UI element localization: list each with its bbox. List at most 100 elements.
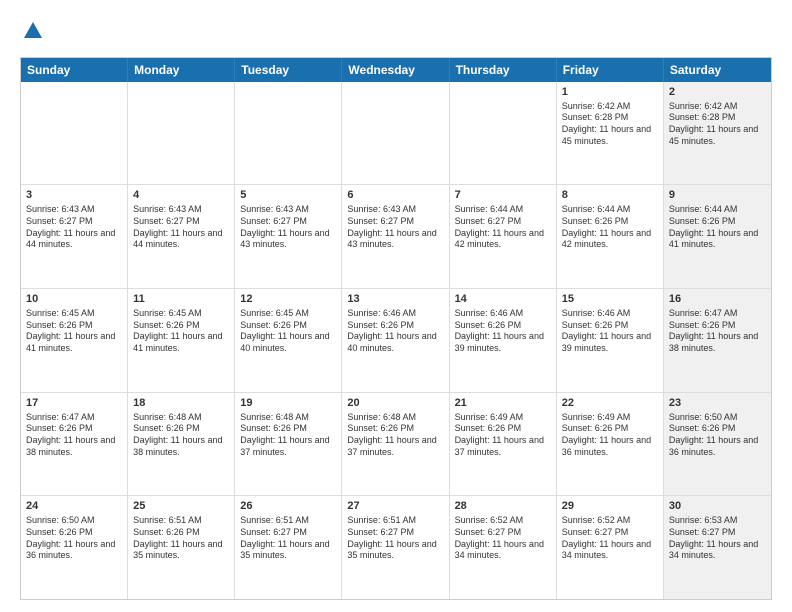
day-number: 11: [133, 292, 229, 307]
day-cell-28: 28Sunrise: 6:52 AMSunset: 6:27 PMDayligh…: [450, 496, 557, 599]
day-cell-13: 13Sunrise: 6:46 AMSunset: 6:26 PMDayligh…: [342, 289, 449, 392]
cell-info: Sunset: 6:27 PM: [455, 216, 551, 228]
cell-info: Daylight: 11 hours and 35 minutes.: [240, 539, 336, 562]
header-day-sunday: Sunday: [21, 58, 128, 82]
day-cell-17: 17Sunrise: 6:47 AMSunset: 6:26 PMDayligh…: [21, 393, 128, 496]
day-cell-2: 2Sunrise: 6:42 AMSunset: 6:28 PMDaylight…: [664, 82, 771, 185]
day-number: 15: [562, 292, 658, 307]
day-cell-8: 8Sunrise: 6:44 AMSunset: 6:26 PMDaylight…: [557, 185, 664, 288]
cell-info: Daylight: 11 hours and 36 minutes.: [562, 435, 658, 458]
cell-info: Sunset: 6:27 PM: [240, 216, 336, 228]
cell-info: Daylight: 11 hours and 43 minutes.: [240, 228, 336, 251]
day-cell-14: 14Sunrise: 6:46 AMSunset: 6:26 PMDayligh…: [450, 289, 557, 392]
cell-info: Daylight: 11 hours and 44 minutes.: [133, 228, 229, 251]
cell-info: Sunrise: 6:44 AM: [669, 204, 766, 216]
header-day-wednesday: Wednesday: [342, 58, 449, 82]
cell-info: Daylight: 11 hours and 34 minutes.: [562, 539, 658, 562]
cell-info: Sunrise: 6:49 AM: [455, 412, 551, 424]
cell-info: Sunrise: 6:53 AM: [669, 515, 766, 527]
day-number: 14: [455, 292, 551, 307]
cell-info: Sunrise: 6:42 AM: [669, 101, 766, 113]
cell-info: Sunrise: 6:45 AM: [26, 308, 122, 320]
day-number: 4: [133, 188, 229, 203]
cell-info: Daylight: 11 hours and 45 minutes.: [562, 124, 658, 147]
cell-info: Sunrise: 6:51 AM: [240, 515, 336, 527]
cell-info: Daylight: 11 hours and 43 minutes.: [347, 228, 443, 251]
cell-info: Daylight: 11 hours and 39 minutes.: [455, 331, 551, 354]
cell-info: Sunset: 6:26 PM: [455, 320, 551, 332]
day-number: 1: [562, 85, 658, 100]
day-cell-30: 30Sunrise: 6:53 AMSunset: 6:27 PMDayligh…: [664, 496, 771, 599]
cell-info: Sunrise: 6:44 AM: [562, 204, 658, 216]
cell-info: Sunrise: 6:47 AM: [669, 308, 766, 320]
cell-info: Sunrise: 6:48 AM: [133, 412, 229, 424]
cell-info: Sunset: 6:26 PM: [26, 423, 122, 435]
cell-info: Sunrise: 6:48 AM: [347, 412, 443, 424]
cell-info: Daylight: 11 hours and 42 minutes.: [455, 228, 551, 251]
header-day-thursday: Thursday: [450, 58, 557, 82]
cell-info: Daylight: 11 hours and 42 minutes.: [562, 228, 658, 251]
day-cell-7: 7Sunrise: 6:44 AMSunset: 6:27 PMDaylight…: [450, 185, 557, 288]
cell-info: Sunset: 6:27 PM: [347, 527, 443, 539]
cell-info: Sunset: 6:26 PM: [240, 320, 336, 332]
cell-info: Sunset: 6:26 PM: [26, 527, 122, 539]
day-number: 16: [669, 292, 766, 307]
cell-info: Sunset: 6:26 PM: [240, 423, 336, 435]
day-cell-12: 12Sunrise: 6:45 AMSunset: 6:26 PMDayligh…: [235, 289, 342, 392]
cell-info: Sunrise: 6:43 AM: [133, 204, 229, 216]
cell-info: Sunrise: 6:46 AM: [347, 308, 443, 320]
cell-info: Sunrise: 6:48 AM: [240, 412, 336, 424]
day-cell-26: 26Sunrise: 6:51 AMSunset: 6:27 PMDayligh…: [235, 496, 342, 599]
cell-info: Sunrise: 6:51 AM: [133, 515, 229, 527]
week-row-1: 1Sunrise: 6:42 AMSunset: 6:28 PMDaylight…: [21, 82, 771, 186]
empty-cell-0-0: [21, 82, 128, 185]
day-number: 2: [669, 85, 766, 100]
cell-info: Sunset: 6:26 PM: [455, 423, 551, 435]
day-cell-1: 1Sunrise: 6:42 AMSunset: 6:28 PMDaylight…: [557, 82, 664, 185]
cell-info: Daylight: 11 hours and 34 minutes.: [455, 539, 551, 562]
cell-info: Sunrise: 6:43 AM: [347, 204, 443, 216]
header: [20, 16, 772, 47]
empty-cell-0-4: [450, 82, 557, 185]
cell-info: Daylight: 11 hours and 38 minutes.: [669, 331, 766, 354]
cell-info: Sunset: 6:27 PM: [26, 216, 122, 228]
day-cell-15: 15Sunrise: 6:46 AMSunset: 6:26 PMDayligh…: [557, 289, 664, 392]
cell-info: Daylight: 11 hours and 40 minutes.: [347, 331, 443, 354]
cell-info: Sunset: 6:26 PM: [133, 320, 229, 332]
cell-info: Sunrise: 6:51 AM: [347, 515, 443, 527]
cell-info: Sunrise: 6:42 AM: [562, 101, 658, 113]
week-row-5: 24Sunrise: 6:50 AMSunset: 6:26 PMDayligh…: [21, 496, 771, 599]
cell-info: Daylight: 11 hours and 38 minutes.: [133, 435, 229, 458]
cell-info: Daylight: 11 hours and 39 minutes.: [562, 331, 658, 354]
cell-info: Sunrise: 6:44 AM: [455, 204, 551, 216]
cell-info: Daylight: 11 hours and 35 minutes.: [347, 539, 443, 562]
day-number: 27: [347, 499, 443, 514]
logo-text: [20, 20, 44, 47]
cell-info: Sunset: 6:26 PM: [562, 216, 658, 228]
cell-info: Sunset: 6:27 PM: [455, 527, 551, 539]
cell-info: Sunrise: 6:46 AM: [562, 308, 658, 320]
cell-info: Sunset: 6:26 PM: [562, 423, 658, 435]
cell-info: Sunset: 6:26 PM: [347, 320, 443, 332]
day-number: 7: [455, 188, 551, 203]
day-number: 25: [133, 499, 229, 514]
day-cell-29: 29Sunrise: 6:52 AMSunset: 6:27 PMDayligh…: [557, 496, 664, 599]
cell-info: Daylight: 11 hours and 41 minutes.: [26, 331, 122, 354]
cell-info: Sunset: 6:26 PM: [133, 527, 229, 539]
cell-info: Sunset: 6:26 PM: [669, 320, 766, 332]
day-number: 22: [562, 396, 658, 411]
day-number: 6: [347, 188, 443, 203]
cell-info: Sunset: 6:26 PM: [26, 320, 122, 332]
day-cell-25: 25Sunrise: 6:51 AMSunset: 6:26 PMDayligh…: [128, 496, 235, 599]
cell-info: Daylight: 11 hours and 35 minutes.: [133, 539, 229, 562]
cell-info: Sunset: 6:26 PM: [669, 423, 766, 435]
cell-info: Sunrise: 6:45 AM: [133, 308, 229, 320]
cell-info: Sunset: 6:27 PM: [562, 527, 658, 539]
day-cell-11: 11Sunrise: 6:45 AMSunset: 6:26 PMDayligh…: [128, 289, 235, 392]
empty-cell-0-1: [128, 82, 235, 185]
cell-info: Sunrise: 6:50 AM: [669, 412, 766, 424]
cell-info: Sunset: 6:27 PM: [240, 527, 336, 539]
day-cell-5: 5Sunrise: 6:43 AMSunset: 6:27 PMDaylight…: [235, 185, 342, 288]
cell-info: Sunrise: 6:45 AM: [240, 308, 336, 320]
calendar-body: 1Sunrise: 6:42 AMSunset: 6:28 PMDaylight…: [21, 82, 771, 599]
